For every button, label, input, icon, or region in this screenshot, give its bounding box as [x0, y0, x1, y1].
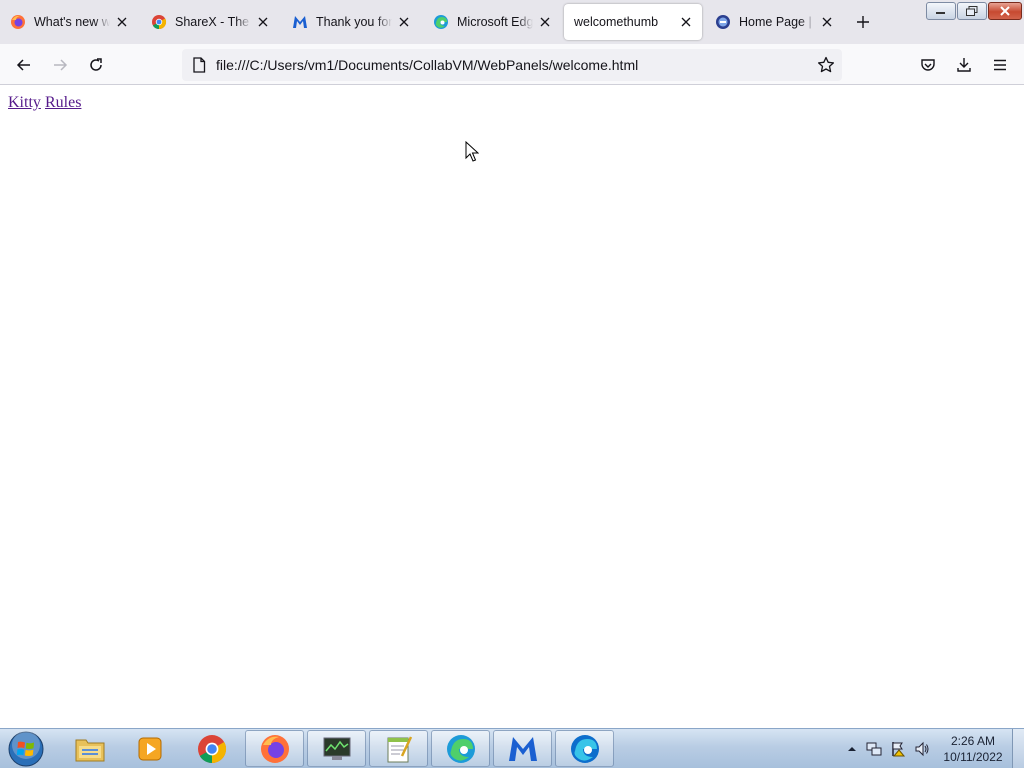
close-tab-icon[interactable] — [396, 14, 412, 30]
show-hidden-icons-button[interactable] — [844, 741, 860, 757]
minimize-icon — [936, 12, 945, 14]
taskbar-firefox[interactable] — [245, 730, 304, 767]
reload-icon — [90, 58, 102, 71]
folder-icon — [75, 739, 104, 761]
tab-whats-new[interactable]: What's new with Firefox — [0, 4, 138, 40]
url-text[interactable]: file:///C:/Users/vm1/Documents/CollabVM/… — [216, 57, 816, 73]
windows-start-icon — [8, 731, 44, 767]
download-icon — [957, 58, 971, 72]
pocket-icon — [921, 59, 935, 71]
close-tab-icon[interactable] — [678, 14, 694, 30]
plus-icon — [857, 16, 869, 28]
hamburger-menu-icon — [994, 59, 1006, 71]
mouse-pointer-icon — [465, 141, 479, 162]
speaker-icon — [915, 741, 929, 757]
edge-icon — [446, 734, 475, 763]
forward-arrow-icon — [54, 59, 68, 71]
firefox-icon — [10, 14, 26, 30]
close-tab-icon[interactable] — [537, 14, 553, 30]
pocket-button[interactable] — [915, 52, 941, 78]
edge-beta-icon — [570, 734, 599, 763]
network-tray-icon[interactable] — [866, 741, 882, 757]
tab-strip: What's new with Firefox ShareX - The bes… — [0, 0, 1024, 44]
notepad-icon — [387, 735, 412, 762]
close-icon — [1000, 6, 1010, 16]
volume-tray-icon[interactable] — [914, 741, 930, 757]
flag-warning-icon — [892, 742, 906, 757]
close-tab-icon[interactable] — [819, 14, 835, 30]
minimize-button[interactable] — [926, 2, 956, 20]
restore-icon — [966, 6, 978, 16]
clock-time: 2:26 AM — [950, 734, 996, 748]
back-button[interactable] — [11, 52, 37, 78]
close-tab-icon[interactable] — [114, 14, 130, 30]
tab-title: Home Page | Security — [739, 15, 815, 29]
back-arrow-icon — [16, 59, 30, 71]
tab-home-page[interactable]: Home Page | Security — [705, 4, 843, 40]
tab-title: Microsoft Edge — [457, 15, 533, 29]
close-window-button[interactable] — [988, 2, 1022, 20]
taskbar-chrome[interactable] — [182, 730, 241, 767]
close-tab-icon[interactable] — [255, 14, 271, 30]
action-center-tray-icon[interactable] — [890, 741, 906, 757]
chevron-up-icon — [848, 747, 856, 751]
rules-link[interactable]: Rules — [45, 94, 81, 112]
new-tab-button[interactable] — [852, 11, 874, 33]
firefox-icon — [260, 734, 289, 763]
malwarebytes-icon — [508, 736, 537, 761]
forward-button[interactable] — [47, 52, 73, 78]
kitty-link[interactable]: Kitty — [8, 94, 41, 112]
tab-title: What's new with Firefox — [34, 15, 110, 29]
app-menu-button[interactable] — [987, 52, 1013, 78]
tab-title: Thank you for downloading — [316, 15, 392, 29]
tab-sharex[interactable]: ShareX - The best free screen — [141, 4, 279, 40]
tab-microsoft-edge[interactable]: Microsoft Edge — [423, 4, 561, 40]
restore-button[interactable] — [957, 2, 987, 20]
malwarebytes-icon — [292, 14, 308, 30]
tab-thank-you[interactable]: Thank you for downloading — [282, 4, 420, 40]
taskbar-media-player[interactable] — [120, 730, 179, 767]
taskbar-edge[interactable] — [431, 730, 490, 767]
navigation-toolbar: file:///C:/Users/vm1/Documents/CollabVM/… — [0, 44, 1024, 85]
taskbar-explorer[interactable] — [60, 730, 119, 767]
task-manager-icon — [323, 737, 350, 760]
site-icon — [715, 14, 731, 30]
bookmark-star-icon[interactable] — [816, 55, 836, 75]
downloads-button[interactable] — [951, 52, 977, 78]
tab-title: welcomethumb — [574, 15, 659, 29]
page-content: Kitty Rules — [0, 86, 1024, 728]
chrome-icon — [197, 734, 226, 763]
edge-icon — [433, 14, 449, 30]
media-player-icon — [138, 737, 161, 760]
clock-date: 10/11/2022 — [943, 750, 1003, 764]
system-clock[interactable]: 2:26 AM 10/11/2022 — [938, 733, 1008, 765]
address-bar[interactable]: file:///C:/Users/vm1/Documents/CollabVM/… — [182, 49, 842, 81]
taskbar-edge-beta[interactable] — [555, 730, 614, 767]
taskbar-notepad[interactable] — [369, 730, 428, 767]
show-desktop-button[interactable] — [1012, 729, 1024, 768]
tab-title: ShareX - The best free screen — [175, 15, 251, 29]
tab-welcomethumb[interactable]: welcomethumb — [564, 4, 702, 40]
start-button[interactable] — [6, 730, 46, 768]
taskbar: 2:26 AM 10/11/2022 — [0, 728, 1024, 768]
network-icon — [866, 742, 882, 756]
taskbar-task-manager[interactable] — [307, 730, 366, 767]
reload-button[interactable] — [83, 52, 109, 78]
file-page-icon — [191, 57, 207, 73]
chrome-icon — [151, 14, 167, 30]
taskbar-malwarebytes[interactable] — [493, 730, 552, 767]
